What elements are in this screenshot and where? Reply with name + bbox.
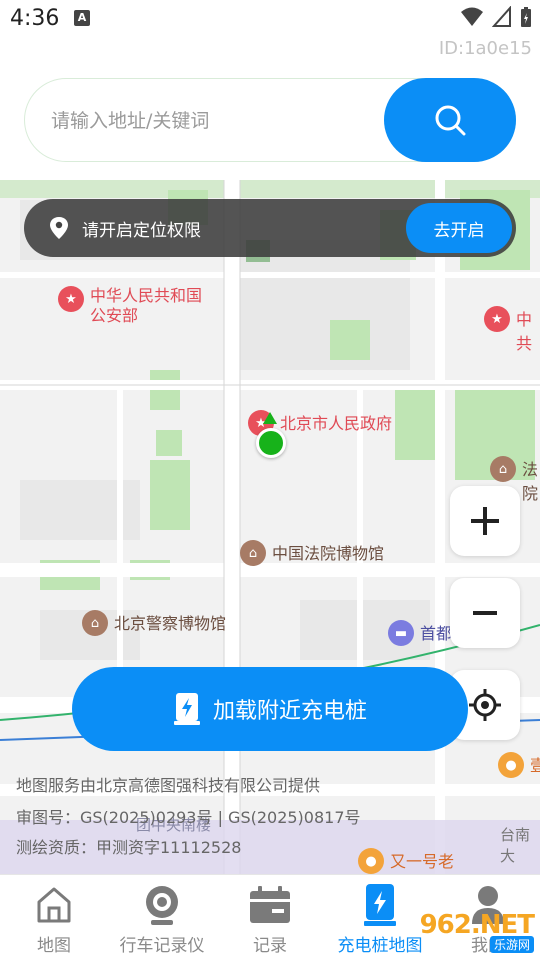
- wifi-icon: [461, 7, 483, 26]
- map-view[interactable]: ★ 中华人民共和国 公安部 ★ 中共 ★ 北京市人民政府 ⌂ 法院 ⌂ 中国法院…: [0, 180, 540, 874]
- museum-icon: ⌂: [82, 610, 108, 636]
- location-permission-banner: 请开启定位权限 去开启: [24, 199, 516, 257]
- food-icon: ●: [358, 848, 384, 874]
- poi-restaurant[interactable]: ● 又一号老: [358, 848, 454, 874]
- star-icon: ★: [58, 286, 84, 312]
- poi-label: 又一号老: [390, 852, 455, 871]
- status-bar: 4:36 A: [0, 0, 540, 40]
- museum-icon: ⌂: [240, 540, 266, 566]
- poi-label: 中共: [516, 310, 533, 353]
- poi-capital-hotel[interactable]: ▬ 首都: [388, 620, 452, 646]
- enable-location-button[interactable]: 去开启: [406, 203, 512, 253]
- camera-icon: [146, 886, 178, 925]
- charger-icon: [364, 884, 396, 926]
- map-credit-license: 测绘资质：甲测资字11112528: [16, 838, 242, 857]
- map-credit-provider: 地图服务由北京高德图强科技有限公司提供: [16, 776, 321, 795]
- poi-label: 首都: [420, 624, 453, 643]
- load-chargers-label: 加载附近充电桩: [212, 699, 367, 724]
- status-icons: [460, 6, 532, 28]
- status-time: 4:36: [10, 6, 60, 31]
- poi-court-museum[interactable]: ⌂ 中国法院博物馆: [240, 540, 384, 566]
- nav-item-map[interactable]: 地图: [24, 875, 84, 961]
- poi-cpc[interactable]: ★ 中共: [484, 306, 540, 354]
- zoom-out-button[interactable]: [450, 578, 520, 648]
- poi-label: 中国法院博物馆: [272, 544, 385, 563]
- plus-icon: [471, 507, 499, 535]
- location-permission-text: 请开启定位权限: [82, 221, 201, 241]
- poi-food[interactable]: ● 壹: [498, 752, 540, 778]
- id-label: ID:1a0e15: [438, 38, 532, 59]
- watermark-sub: 乐游网: [489, 936, 534, 953]
- poi-ministry[interactable]: ★ 中华人民共和国 公安部: [58, 286, 202, 326]
- location-pin-icon: [50, 217, 68, 239]
- search-icon: [435, 105, 466, 136]
- nav-label: 充电桩地图: [337, 936, 423, 956]
- signal-icon: [492, 6, 511, 27]
- search-bar: [24, 78, 516, 162]
- search-button[interactable]: [384, 78, 516, 162]
- area-label: 台南大: [500, 826, 531, 865]
- star-icon: ★: [484, 306, 510, 332]
- poi-police-museum[interactable]: ⌂ 北京警察博物馆: [82, 610, 226, 636]
- minus-icon: [473, 611, 497, 615]
- locate-icon: [469, 689, 501, 721]
- load-chargers-button[interactable]: 加载附近充电桩: [72, 667, 468, 751]
- user-location-marker: [256, 428, 286, 458]
- poi-label: 北京警察博物馆: [114, 614, 227, 633]
- nav-item-charger-map[interactable]: 充电桩地图: [330, 875, 430, 961]
- nav-label: 地图: [37, 936, 71, 956]
- poi-label: 壹: [530, 756, 540, 775]
- map-credit-approval: 审图号：GS(2025)0293号 | GS(2025)0817号: [16, 808, 361, 827]
- poi-label: 法院: [522, 460, 539, 503]
- nav-label: 行车记录仪: [119, 936, 205, 956]
- charger-icon: [173, 693, 200, 725]
- food-icon: ●: [498, 752, 524, 778]
- search-input[interactable]: [51, 101, 381, 141]
- poi-label: 北京市人民政府: [280, 414, 393, 433]
- nav-item-dashcam[interactable]: 行车记录仪: [112, 875, 212, 961]
- notification-icon: A: [74, 10, 90, 26]
- home-icon: [37, 887, 71, 923]
- nav-item-records[interactable]: 记录: [240, 875, 300, 961]
- watermark: 962.NET 乐游网: [420, 910, 535, 953]
- record-icon: [250, 886, 290, 923]
- nav-label: 记录: [253, 936, 287, 956]
- heading-arrow-icon: [263, 412, 277, 424]
- landmark-icon: ⌂: [490, 456, 516, 482]
- battery-icon: [521, 7, 531, 27]
- zoom-in-button[interactable]: [450, 486, 520, 556]
- hotel-icon: ▬: [388, 620, 414, 646]
- poi-label: 中华人民共和国 公安部: [90, 286, 203, 325]
